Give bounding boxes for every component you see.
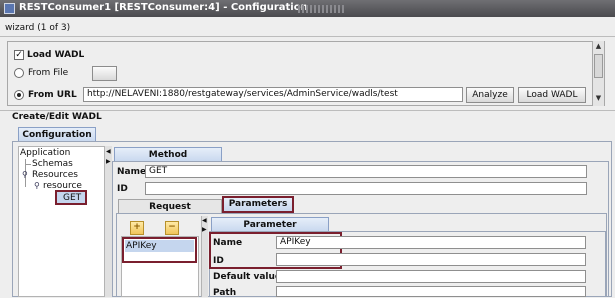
tree-node-resources[interactable]: Resources xyxy=(32,170,78,180)
collapse-right-icon[interactable]: ▶ xyxy=(202,226,207,233)
scroll-down-icon[interactable]: ▼ xyxy=(594,94,603,103)
tab-configuration[interactable]: Configuration xyxy=(18,127,96,142)
load-wadl-button[interactable]: Load WADL xyxy=(518,87,586,103)
tab-parameters[interactable]: Parameters xyxy=(222,196,294,213)
method-id-label: ID xyxy=(117,184,128,194)
load-wadl-checkbox[interactable]: ✓ xyxy=(14,50,24,60)
tab-method-configuration[interactable]: Method Configuration xyxy=(114,147,222,174)
collapse-left-icon[interactable]: ◀ xyxy=(106,148,111,155)
wadl-tree: Application Schemas ⚲ Resources ⚲ resour… xyxy=(18,146,109,297)
default-value-field[interactable] xyxy=(276,270,586,283)
splitter[interactable]: ◀ ▶ xyxy=(104,146,112,297)
method-name-field[interactable]: GET xyxy=(145,165,587,178)
tree-node-get-label: GET xyxy=(63,193,82,203)
expand-icon[interactable]: ⚲ xyxy=(22,170,28,179)
wizard-step-label: wizard (1 of 3) xyxy=(5,23,71,33)
method-name-label: Name xyxy=(117,167,147,177)
path-field[interactable] xyxy=(276,286,586,297)
collapse-left-icon[interactable]: ◀ xyxy=(202,217,207,224)
collapse-right-icon[interactable]: ▶ xyxy=(106,158,111,165)
list-item-label: APIKey xyxy=(126,241,157,251)
expand-icon[interactable]: ⚲ xyxy=(34,181,40,190)
analyze-button[interactable]: Analyze xyxy=(466,87,514,103)
tree-node-get-selected[interactable]: GET xyxy=(55,190,87,205)
scroll-up-icon[interactable]: ▲ xyxy=(594,42,603,51)
tree-node-application[interactable]: Application xyxy=(20,148,70,158)
divider xyxy=(0,36,615,37)
default-value-label: Default value xyxy=(213,272,282,282)
splitter[interactable]: ◀ ▶ xyxy=(201,216,208,297)
from-file-radio[interactable] xyxy=(14,68,24,78)
parameter-id-field[interactable] xyxy=(276,253,586,266)
add-icon[interactable]: + xyxy=(130,221,144,235)
parameter-id-label: ID xyxy=(213,256,224,266)
tree-line xyxy=(25,164,31,165)
tree-node-schemas[interactable]: Schemas xyxy=(32,159,73,169)
tab-request-configuration[interactable]: Request Configuration xyxy=(118,199,222,226)
scroll-thumb[interactable] xyxy=(594,54,603,78)
from-url-radio[interactable] xyxy=(14,90,24,100)
method-id-field[interactable] xyxy=(145,182,587,195)
window-title: RESTConsumer1 [RESTConsumer:4] - Configu… xyxy=(19,2,308,13)
remove-icon[interactable]: − xyxy=(165,221,179,235)
parameter-list-highlight: APIKey xyxy=(122,237,197,263)
parameter-name-field[interactable]: APIKey xyxy=(276,236,586,249)
browse-file-button[interactable] xyxy=(92,66,117,81)
load-wadl-label: Load WADL xyxy=(27,50,85,60)
load-wadl-group: ✓ Load WADL From File From URL http://NE… xyxy=(7,41,605,106)
title-bar: RESTConsumer1 [RESTConsumer:4] - Configu… xyxy=(0,0,615,17)
from-file-label: From File xyxy=(28,68,69,78)
list-item[interactable]: APIKey xyxy=(125,240,194,252)
parameter-name-label: Name xyxy=(213,238,243,248)
create-edit-wadl-label: Create/Edit WADL xyxy=(12,112,102,122)
top-scrollbar[interactable]: ▲ ▼ xyxy=(592,41,604,106)
from-url-label: From URL xyxy=(28,90,77,100)
title-bar-grip xyxy=(298,5,344,13)
divider xyxy=(0,110,615,111)
url-input[interactable]: http://NELAVENI:1880/restgateway/service… xyxy=(83,87,463,102)
tab-parameter-configuration[interactable]: Parameter Configuration xyxy=(211,217,329,244)
app-icon xyxy=(4,3,15,14)
